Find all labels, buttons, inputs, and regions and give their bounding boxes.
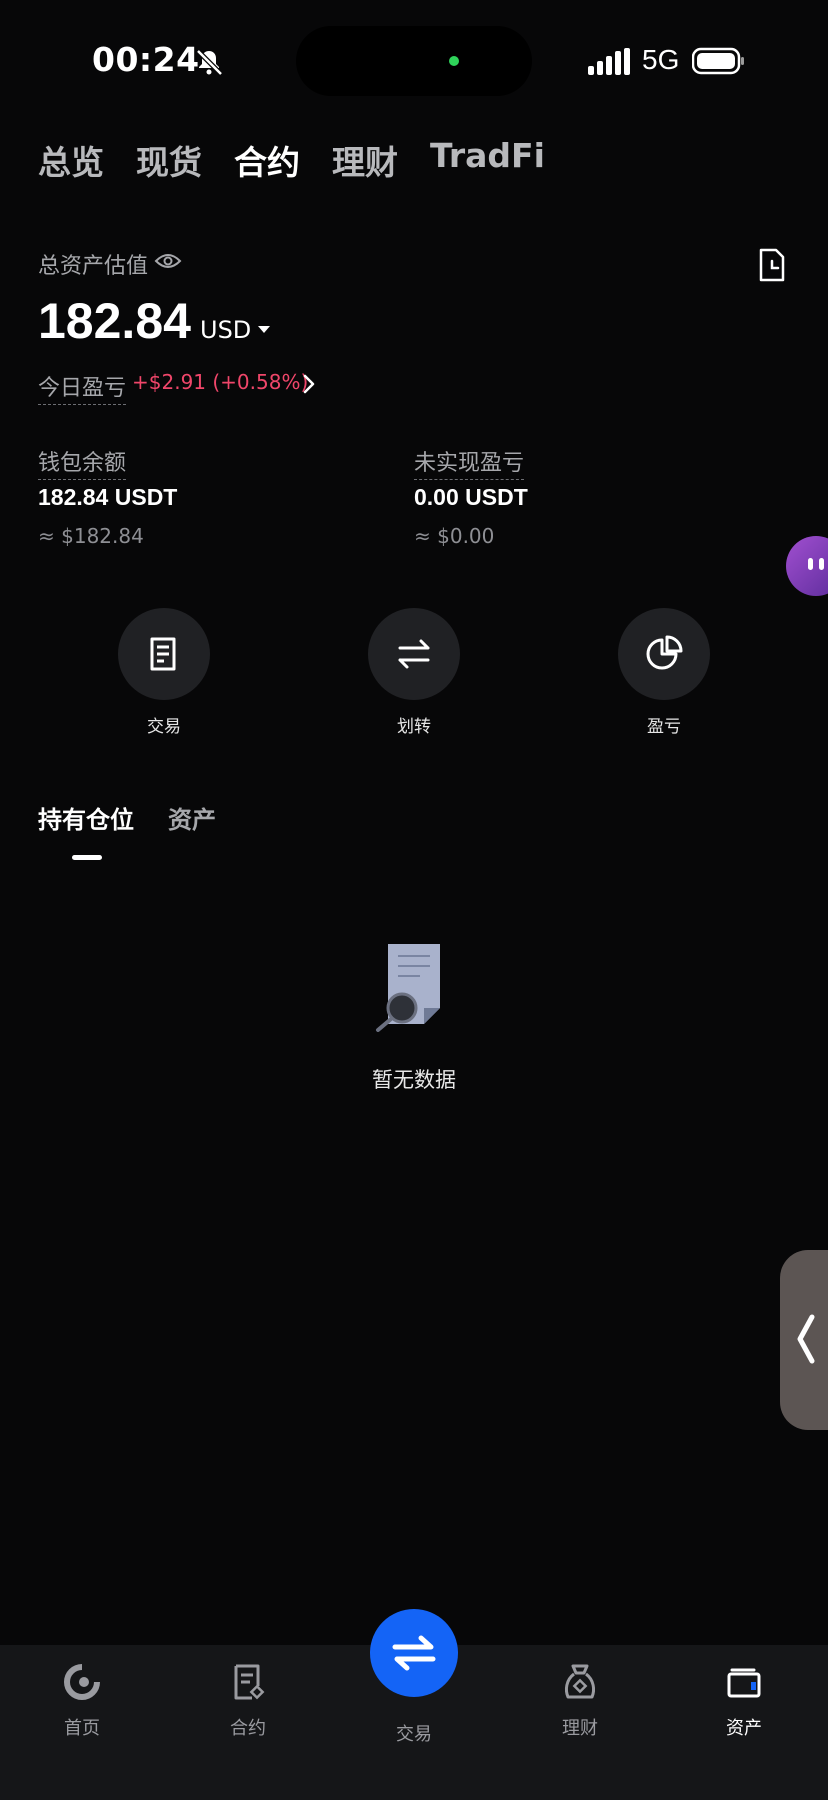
- wallet-balance-label[interactable]: 钱包余额: [38, 445, 127, 480]
- caret-down-icon[interactable]: [258, 326, 270, 333]
- currency-selector[interactable]: USD: [200, 316, 251, 344]
- transfer-icon: [398, 639, 430, 669]
- report-history-icon[interactable]: [758, 248, 786, 282]
- nav-finance[interactable]: 理财: [530, 1662, 630, 1740]
- nav-contract-label: 合约: [230, 1718, 266, 1739]
- tab-overview[interactable]: 总览: [38, 136, 104, 184]
- empty-search-icon: [376, 944, 440, 1032]
- tab-earn[interactable]: 理财: [332, 136, 398, 184]
- today-pnl-value[interactable]: +$2.91 (+0.58%): [132, 370, 308, 394]
- tab-spot[interactable]: 现货: [136, 136, 202, 184]
- tab-indicator: [72, 855, 102, 860]
- battery-icon: [692, 47, 744, 75]
- eye-icon[interactable]: [154, 251, 182, 271]
- today-pnl-label[interactable]: 今日盈亏: [38, 370, 127, 405]
- action-transfer-label: 划转: [397, 717, 431, 737]
- contract-icon: [234, 1664, 265, 1700]
- network-type: 5G: [642, 44, 680, 75]
- wallet-balance-approx: ≈ $182.84: [38, 524, 144, 548]
- swap-icon: [392, 1635, 436, 1671]
- unrealized-pnl-label[interactable]: 未实现盈亏: [414, 445, 525, 480]
- wallet-balance-value: 182.84 USDT: [38, 484, 178, 510]
- home-icon: [64, 1664, 100, 1700]
- camera-indicator: [449, 56, 459, 66]
- assistant-bubble[interactable]: [786, 536, 828, 596]
- status-time: 00:24: [92, 40, 200, 79]
- nav-trade-label[interactable]: 交易: [364, 1720, 464, 1746]
- trade-fab-button[interactable]: [370, 1609, 458, 1697]
- action-trade[interactable]: [118, 608, 210, 700]
- top-tabs: 总览 现货 合约 理财 TradFi: [38, 136, 545, 184]
- nav-assets-label: 资产: [726, 1718, 762, 1739]
- side-drawer-handle[interactable]: [780, 1250, 828, 1430]
- nav-assets[interactable]: 资产: [694, 1662, 794, 1740]
- dynamic-island: [296, 26, 532, 96]
- unrealized-pnl-approx: ≈ $0.00: [414, 524, 495, 548]
- action-pnl-label: 盈亏: [647, 717, 681, 737]
- unrealized-pnl-value: 0.00 USDT: [414, 484, 528, 510]
- trade-doc-icon: [150, 637, 176, 671]
- pie-chart-icon: [646, 635, 683, 670]
- action-transfer[interactable]: [368, 608, 460, 700]
- nav-home-label: 首页: [64, 1718, 100, 1739]
- nav-home[interactable]: 首页: [32, 1662, 132, 1740]
- nav-contract[interactable]: 合约: [198, 1662, 298, 1740]
- empty-state-text: 暂无数据: [372, 1068, 456, 1092]
- total-balance: 182.84: [38, 293, 191, 349]
- bell-muted-icon: [196, 49, 223, 76]
- tab-futures[interactable]: 合约: [234, 136, 300, 184]
- tab-tradfi[interactable]: TradFi: [430, 136, 545, 184]
- signal-icon: [588, 48, 630, 75]
- tab-positions[interactable]: 持有仓位: [38, 800, 134, 835]
- tab-assets[interactable]: 资产: [168, 800, 216, 835]
- chevron-right-icon[interactable]: [302, 373, 316, 395]
- total-assets-label: 总资产估值: [38, 254, 149, 279]
- action-pnl[interactable]: [618, 608, 710, 700]
- action-trade-label: 交易: [147, 717, 181, 737]
- chevron-left-icon: [797, 1314, 815, 1364]
- wallet-icon: [727, 1668, 761, 1698]
- finance-icon: [564, 1664, 596, 1699]
- nav-finance-label: 理财: [562, 1718, 598, 1739]
